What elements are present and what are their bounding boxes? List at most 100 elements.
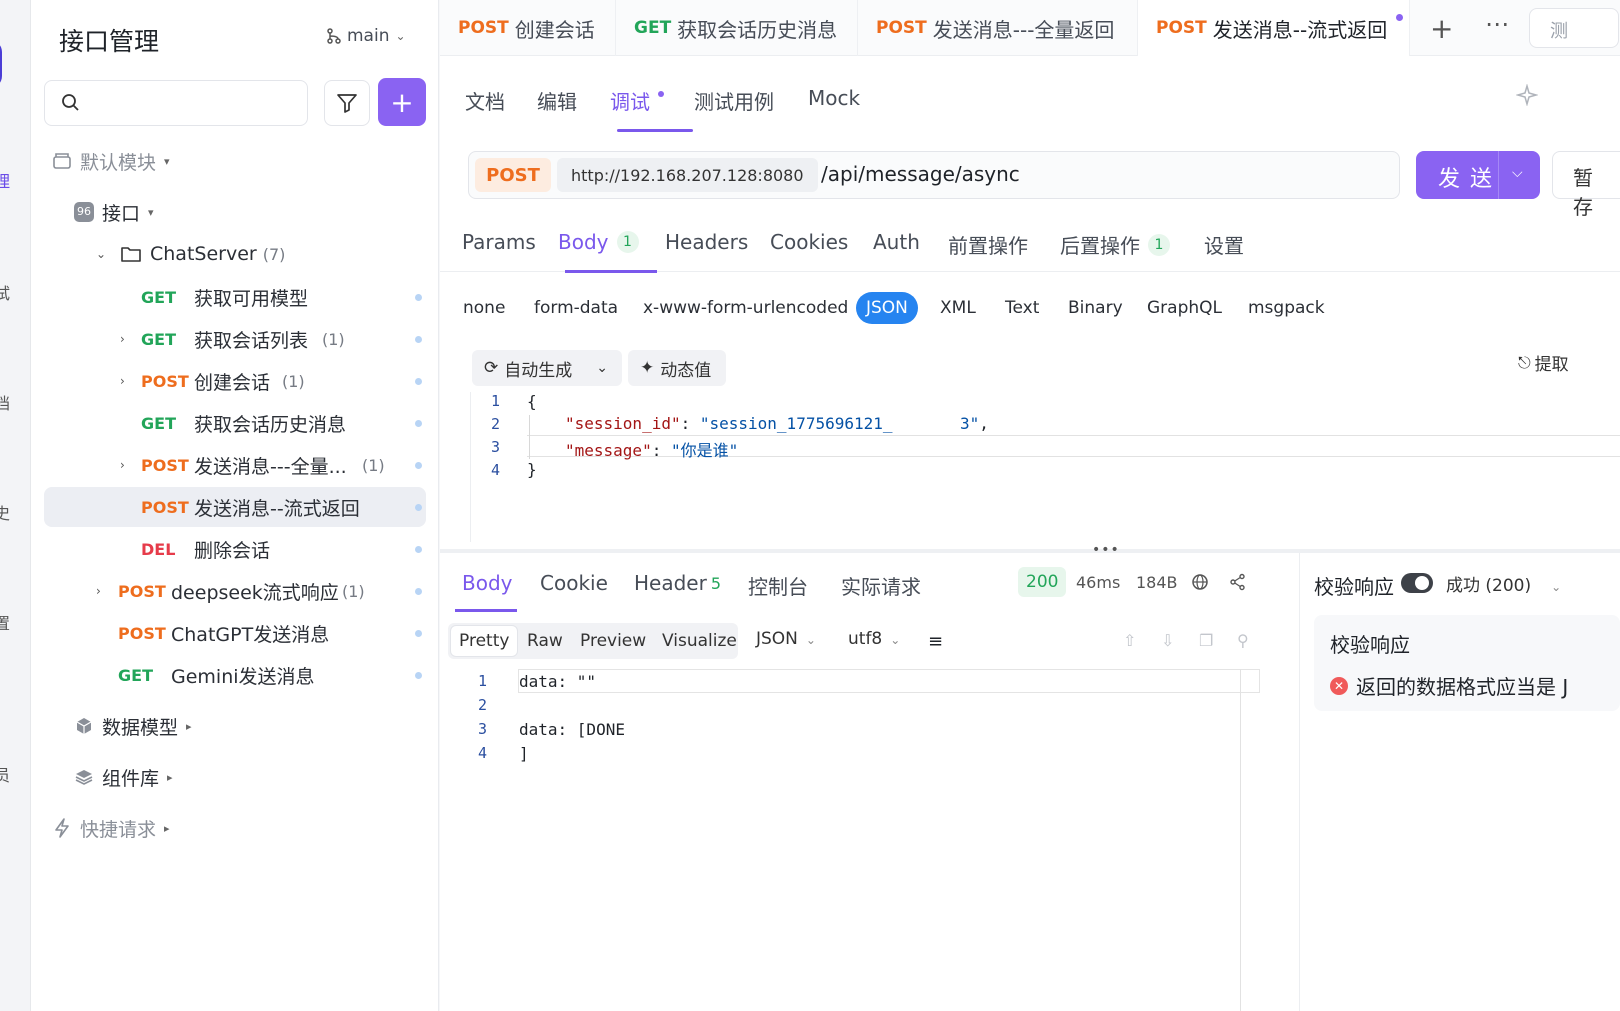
method-badge: POST: [118, 623, 166, 643]
view-pretty[interactable]: Pretty: [450, 625, 519, 657]
body-type-binary[interactable]: Binary: [1068, 298, 1123, 318]
add-button[interactable]: +: [378, 78, 426, 126]
api-count: (1): [342, 581, 365, 601]
nav-item-doc[interactable]: 档: [0, 390, 10, 414]
extract-button[interactable]: ⎋ 提取: [1518, 350, 1569, 376]
tree-data-model[interactable]: 数据模型 ▸: [44, 706, 426, 746]
tree-components[interactable]: 组件库 ▸: [44, 757, 426, 797]
tree-item-api[interactable]: GET 获取会话历史消息: [44, 403, 426, 443]
tree-interface-group[interactable]: 96 接口 ▾: [44, 192, 426, 232]
encoding-select[interactable]: utf8 ⌄: [848, 629, 900, 649]
validation-toggle[interactable]: [1401, 573, 1433, 593]
tab-mock[interactable]: Mock: [808, 86, 860, 110]
sparkle-icon[interactable]: [1516, 84, 1538, 106]
filter-button[interactable]: [324, 80, 370, 126]
auto-generate-button[interactable]: ⟳ 自动生成 ⌄: [472, 350, 622, 386]
sidebar-title: 接口管理: [59, 27, 160, 56]
body-type-json[interactable]: JSON: [856, 292, 918, 324]
download-icon[interactable]: ⇩: [1161, 631, 1181, 651]
body-type-urlencoded[interactable]: x-www-form-urlencoded: [643, 298, 848, 318]
view-preview[interactable]: Preview: [580, 631, 646, 651]
chevron-right-icon: ›: [120, 458, 125, 472]
nav-item-settings[interactable]: 置: [0, 610, 10, 634]
url-bar[interactable]: POST http://192.168.207.128:8080 /api/me…: [468, 151, 1400, 199]
body-type-text[interactable]: Text: [1005, 298, 1039, 318]
format-select[interactable]: JSON ⌄: [756, 629, 816, 649]
tree-quick-request[interactable]: 快捷请求 ▸: [44, 808, 426, 848]
tab-pre-request[interactable]: 前置操作: [948, 230, 1028, 259]
components-label: 组件库: [102, 767, 160, 790]
copy-icon[interactable]: ❐: [1199, 631, 1219, 651]
tab-request-active[interactable]: POST 发送消息--流式返回: [1138, 0, 1410, 56]
new-tab-plus-icon[interactable]: +: [1430, 12, 1453, 45]
tab-auth[interactable]: Auth: [873, 230, 920, 254]
request-param-tabs: Params Body 1 Headers Cookies Auth 前置操作 后…: [440, 218, 1620, 272]
chevron-down-icon[interactable]: ⌄: [596, 360, 608, 376]
search-input[interactable]: [44, 80, 308, 126]
url-path-input[interactable]: /api/message/async: [821, 162, 1020, 186]
tab-debug[interactable]: 调试: [610, 86, 650, 115]
tab-test-cases[interactable]: 测试用例: [694, 86, 774, 115]
tree-item-api[interactable]: POST ChatGPT发送消息: [44, 613, 426, 653]
body-type-form-data[interactable]: form-data: [534, 298, 618, 318]
tab-settings[interactable]: 设置: [1204, 230, 1244, 259]
chevron-down-icon[interactable]: ⌵: [1512, 165, 1523, 181]
branch-selector[interactable]: main ⌄: [327, 26, 406, 46]
tree-default-module[interactable]: 默认模块 ▾: [44, 141, 426, 181]
wrap-lines-icon[interactable]: ≡: [928, 631, 948, 652]
api-name: ChatGPT发送消息: [171, 623, 330, 646]
globe-icon[interactable]: [1191, 573, 1209, 591]
view-visualize[interactable]: Visualize: [662, 631, 737, 651]
validation-status-select[interactable]: 成功 (200) ⌄: [1446, 571, 1561, 596]
tab-doc[interactable]: 文档: [465, 86, 505, 115]
body-type-xml[interactable]: XML: [940, 298, 976, 318]
resp-tab-cookie[interactable]: Cookie: [540, 571, 608, 595]
dynamic-value-button[interactable]: ✦ 动态值: [628, 350, 726, 386]
tab-request[interactable]: POST 创建会话: [440, 0, 616, 56]
nav-item-history[interactable]: 史: [0, 500, 10, 524]
tree-item-api[interactable]: › POST deepseek流式响应 (1): [44, 571, 426, 611]
tab-body[interactable]: Body 1: [558, 230, 639, 254]
nav-item-interface[interactable]: 理: [0, 168, 10, 192]
upload-icon[interactable]: ⇧: [1123, 631, 1143, 651]
tab-params[interactable]: Params: [462, 230, 536, 254]
method-badge: GET: [141, 329, 176, 349]
search-icon[interactable]: ⚲: [1237, 631, 1257, 651]
interface-icon: 96: [74, 202, 94, 222]
send-button[interactable]: 发送 ⌵: [1416, 151, 1540, 199]
resp-tab-header[interactable]: Header 5: [634, 571, 721, 595]
tree-item-api[interactable]: › POST 创建会话 (1): [44, 361, 426, 401]
tab-edit[interactable]: 编辑: [537, 86, 577, 115]
nav-item-test[interactable]: 试: [0, 280, 10, 304]
unsaved-dot-icon: [1396, 14, 1403, 21]
tree-item-api[interactable]: GET 获取可用模型: [44, 277, 426, 317]
resp-tab-body[interactable]: Body: [462, 571, 513, 595]
nav-item-members[interactable]: 员: [0, 762, 10, 786]
tab-request[interactable]: GET 获取会话历史消息: [616, 0, 858, 56]
tab-request[interactable]: POST 发送消息---全量返回: [858, 0, 1138, 56]
method-selector[interactable]: POST: [475, 158, 551, 192]
base-url[interactable]: http://192.168.207.128:8080: [557, 158, 818, 192]
body-type-none[interactable]: none: [463, 298, 505, 318]
tree-item-api-selected[interactable]: POST 发送消息--流式返回: [44, 487, 426, 527]
tree-folder-chatserver[interactable]: ⌄ ChatServer (7): [44, 234, 426, 274]
tree-item-api[interactable]: DEL 删除会话: [44, 529, 426, 569]
tree-item-api[interactable]: › GET 获取会话列表 (1): [44, 319, 426, 359]
json-editor[interactable]: 1 2 3 4 { "session_id": "session_1775696…: [470, 392, 1620, 542]
tab-cookies[interactable]: Cookies: [770, 230, 848, 254]
env-selector[interactable]: 测: [1529, 8, 1619, 48]
tab-post-request[interactable]: 后置操作 1: [1060, 230, 1170, 259]
resp-tab-console[interactable]: 控制台: [748, 571, 808, 600]
more-icon[interactable]: ⋯: [1485, 10, 1509, 38]
tab-headers[interactable]: Headers: [665, 230, 748, 254]
resp-tab-actual-request[interactable]: 实际请求: [841, 571, 921, 600]
share-icon[interactable]: [1229, 573, 1247, 591]
body-type-graphql[interactable]: GraphQL: [1147, 298, 1222, 318]
tree-item-api[interactable]: › POST 发送消息---全量... (1): [44, 445, 426, 485]
save-button[interactable]: 暂存: [1552, 151, 1620, 219]
tree-item-api[interactable]: GET Gemini发送消息: [44, 655, 426, 695]
scrollbar[interactable]: [1240, 669, 1241, 1011]
body-type-msgpack[interactable]: msgpack: [1248, 298, 1325, 318]
validation-status: 成功 (200): [1446, 576, 1532, 596]
view-raw[interactable]: Raw: [527, 631, 563, 651]
